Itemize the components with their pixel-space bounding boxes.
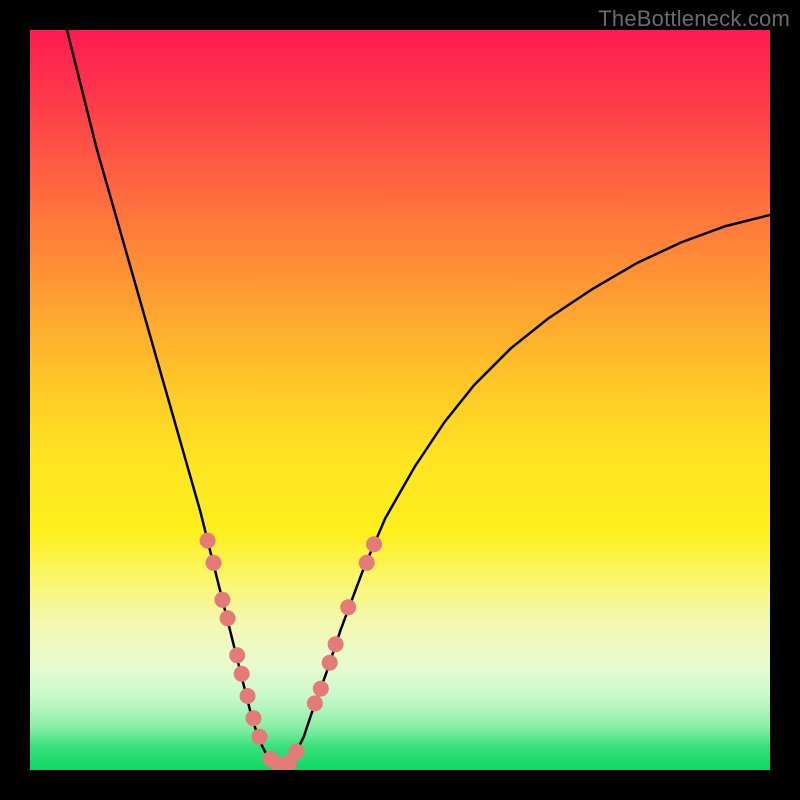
watermark-label: TheBottleneck.com [598,6,790,32]
chart-svg [30,30,770,770]
data-point [328,636,344,652]
bottleneck-curve [67,30,770,766]
data-point [206,555,222,571]
data-point [359,555,375,571]
data-point [288,744,304,760]
data-point [245,710,261,726]
data-point [214,592,230,608]
data-point [322,655,338,671]
data-point [220,610,236,626]
data-point [307,695,323,711]
data-point [366,536,382,552]
data-point [240,688,256,704]
data-point [313,681,329,697]
data-point [234,666,250,682]
chart-frame [30,30,770,770]
data-point [251,729,267,745]
data-point [229,647,245,663]
data-point [200,533,216,549]
data-point [340,599,356,615]
